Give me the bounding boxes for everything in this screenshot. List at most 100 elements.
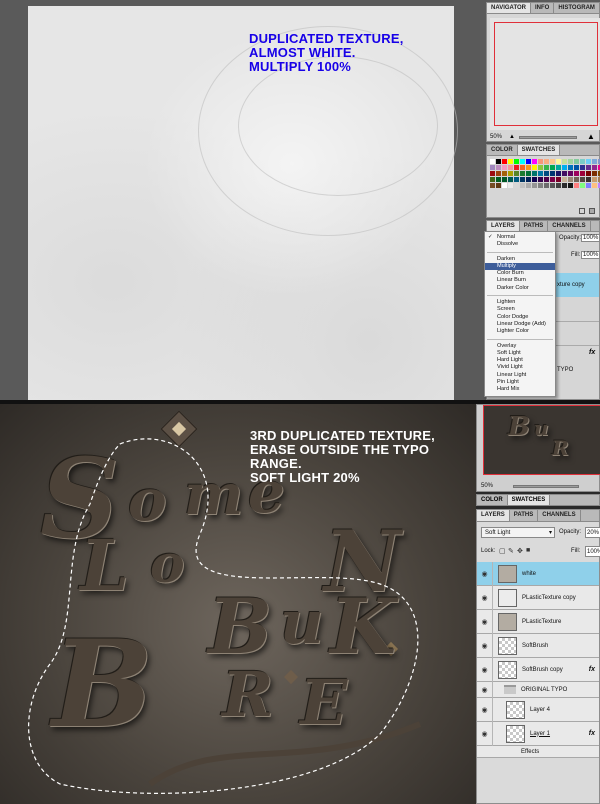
layer-row[interactable]: ◉ Layer 1 fx <box>477 721 599 746</box>
swatch[interactable] <box>574 171 579 176</box>
swatch[interactable] <box>520 177 525 182</box>
swatch[interactable] <box>502 171 507 176</box>
tab-channels[interactable]: CHANNELS <box>548 221 591 231</box>
swatch[interactable] <box>532 165 537 170</box>
lock-brush-icon[interactable]: ✎ <box>508 547 514 555</box>
swatch[interactable] <box>550 165 555 170</box>
navigator-thumbnail[interactable] <box>490 18 600 130</box>
tab-color[interactable]: COLOR <box>477 495 508 505</box>
tab-navigator[interactable]: NAVIGATOR <box>487 3 532 13</box>
swatch[interactable] <box>580 165 585 170</box>
swatch[interactable] <box>550 159 555 164</box>
blend-mode-option[interactable]: Linear Dodge (Add) <box>485 321 555 328</box>
visibility-eye-icon[interactable]: ◉ <box>477 585 493 610</box>
swatch[interactable] <box>508 183 513 188</box>
swatch[interactable] <box>562 171 567 176</box>
blend-mode-option[interactable]: Soft Light <box>485 350 555 357</box>
swatch[interactable] <box>502 165 507 170</box>
swatch[interactable] <box>508 177 513 182</box>
swatch[interactable] <box>526 183 531 188</box>
lock-transparency-icon[interactable]: ▢ <box>499 547 506 555</box>
tab-layers[interactable]: LAYERS <box>487 221 520 231</box>
blend-mode-select[interactable]: Soft Light ▾ <box>481 527 555 538</box>
blend-mode-menu[interactable]: ✓ Normal Dissolve Darken Multiply Color Burn L… <box>484 231 556 397</box>
swatch[interactable] <box>502 183 507 188</box>
fill-field[interactable]: 100% <box>581 251 600 259</box>
swatch[interactable] <box>526 171 531 176</box>
swatch[interactable] <box>592 159 597 164</box>
swatch[interactable] <box>538 177 543 182</box>
swatch[interactable] <box>592 165 597 170</box>
blend-mode-option[interactable]: ✓ Normal <box>485 234 555 241</box>
tab-layers[interactable]: LAYERS <box>477 510 510 521</box>
swatch[interactable] <box>514 171 519 176</box>
visibility-eye-icon[interactable]: ◉ <box>477 561 493 586</box>
swatch[interactable] <box>490 165 495 170</box>
swatch[interactable] <box>496 165 501 170</box>
fx-icon[interactable]: fx <box>589 666 595 673</box>
swatch[interactable] <box>574 165 579 170</box>
swatch[interactable] <box>544 159 549 164</box>
swatch[interactable] <box>592 171 597 176</box>
swatch[interactable] <box>562 159 567 164</box>
swatch[interactable] <box>532 159 537 164</box>
swatch[interactable] <box>532 183 537 188</box>
blend-mode-option[interactable]: Lighter Color <box>485 328 555 335</box>
visibility-eye-icon[interactable]: ◉ <box>477 609 493 634</box>
layer-row[interactable]: ◉ white <box>477 561 599 586</box>
blend-mode-option[interactable]: Multiply <box>485 262 555 271</box>
swatch[interactable] <box>496 171 501 176</box>
swatch[interactable] <box>562 165 567 170</box>
swatch[interactable] <box>550 183 555 188</box>
blend-mode-option[interactable]: Color Burn <box>485 270 555 277</box>
document-canvas[interactable]: S o m e L o N B u K B R E 3RD DUPLICATED… <box>0 404 476 804</box>
swatch[interactable] <box>532 171 537 176</box>
swatch[interactable] <box>580 159 585 164</box>
swatch[interactable] <box>520 183 525 188</box>
swatch[interactable] <box>502 177 507 182</box>
swatch[interactable] <box>562 183 567 188</box>
swatch[interactable] <box>544 165 549 170</box>
swatch[interactable] <box>568 177 573 182</box>
swatch[interactable] <box>580 177 585 182</box>
swatch[interactable] <box>526 159 531 164</box>
blend-mode-option[interactable]: Color Dodge <box>485 314 555 321</box>
lock-all-icon[interactable]: ■ <box>526 547 530 554</box>
blend-mode-option[interactable]: Dissolve <box>485 241 555 248</box>
swatch[interactable] <box>508 159 513 164</box>
tab-paths[interactable]: PATHS <box>510 510 539 521</box>
swatch[interactable] <box>538 183 543 188</box>
visibility-eye-icon[interactable]: ◉ <box>477 697 493 722</box>
layer-row[interactable]: ◉ Layer 4 <box>477 697 599 722</box>
opacity-field[interactable]: 100% <box>581 234 600 242</box>
layer-row[interactable]: ◉ ORIGINAL TYPO <box>477 677 599 702</box>
swatch[interactable] <box>490 183 495 188</box>
layer-row[interactable]: ◉ PLasticTexture <box>477 609 599 634</box>
blend-mode-option[interactable]: Overlay <box>485 343 555 350</box>
blend-mode-option[interactable]: Darken <box>485 256 555 263</box>
tab-paths[interactable]: PATHS <box>520 221 549 231</box>
tab-swatches[interactable]: SWATCHES <box>507 495 551 505</box>
blend-mode-option[interactable]: Vivid Light <box>485 364 555 371</box>
swatch[interactable] <box>580 171 585 176</box>
swatch[interactable] <box>574 159 579 164</box>
swatch[interactable] <box>544 177 549 182</box>
tab-swatches[interactable]: SWATCHES <box>517 145 561 155</box>
blend-mode-option[interactable]: Linear Burn <box>485 277 555 284</box>
swatch[interactable] <box>568 159 573 164</box>
tab-histogram[interactable]: HISTOGRAM <box>554 3 600 13</box>
swatch-grid[interactable] <box>490 159 600 188</box>
swatch[interactable] <box>520 171 525 176</box>
navigator-view-box[interactable] <box>494 22 598 126</box>
swatch[interactable] <box>550 177 555 182</box>
swatch[interactable] <box>592 183 597 188</box>
swatch[interactable] <box>508 171 513 176</box>
swatch[interactable] <box>532 177 537 182</box>
visibility-eye-icon[interactable]: ◉ <box>477 721 493 746</box>
delete-swatch-icon[interactable] <box>589 208 595 214</box>
zoom-in-icon[interactable]: ▲ <box>587 132 595 141</box>
swatch[interactable] <box>496 159 501 164</box>
swatch[interactable] <box>574 183 579 188</box>
tab-info[interactable]: INFO <box>531 3 555 13</box>
swatch[interactable] <box>586 159 591 164</box>
